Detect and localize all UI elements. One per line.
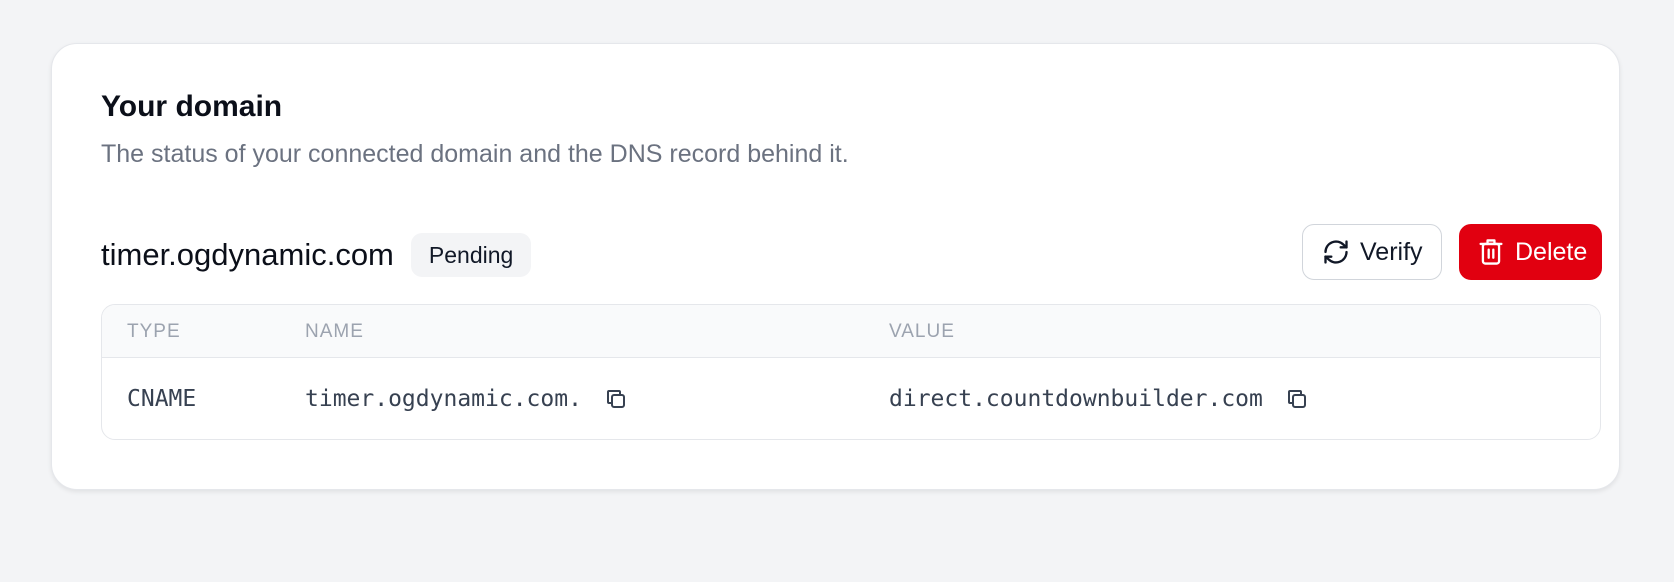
trash-icon (1479, 239, 1503, 265)
verify-button[interactable]: Verify (1302, 224, 1442, 280)
domain-actions: Verify Delete (1302, 224, 1602, 280)
delete-button[interactable]: Delete (1459, 224, 1602, 280)
domain-name: timer.ogdynamic.com (101, 237, 394, 272)
table-header: TYPE NAME VALUE (102, 305, 1600, 358)
copy-value-icon[interactable] (1285, 387, 1309, 411)
refresh-icon (1324, 240, 1348, 264)
record-name-cell: timer.ogdynamic.com. (305, 358, 628, 439)
record-type: CNAME (127, 386, 197, 412)
record-name: timer.ogdynamic.com. (305, 386, 582, 412)
column-header-type: TYPE (127, 321, 181, 342)
column-header-value: VALUE (889, 321, 955, 342)
domain-card: Your domain The status of your connected… (51, 43, 1620, 490)
card-subtitle: The status of your connected domain and … (101, 140, 849, 168)
card-title: Your domain (101, 90, 283, 123)
record-value: direct.countdownbuilder.com (889, 386, 1263, 412)
status-badge: Pending (410, 233, 532, 277)
column-header-name: NAME (305, 321, 364, 342)
record-type-cell: CNAME (127, 358, 197, 439)
delete-label: Delete (1515, 237, 1588, 266)
copy-name-icon[interactable] (604, 387, 628, 411)
table-row: CNAME timer.ogdynamic.com. direct.countd… (102, 358, 1600, 439)
verify-label: Verify (1360, 237, 1423, 266)
dns-records-table: TYPE NAME VALUE CNAME timer.ogdynamic.co… (101, 304, 1601, 440)
domain-row: timer.ogdynamic.com Pending (101, 230, 532, 280)
record-value-cell: direct.countdownbuilder.com (889, 358, 1309, 439)
